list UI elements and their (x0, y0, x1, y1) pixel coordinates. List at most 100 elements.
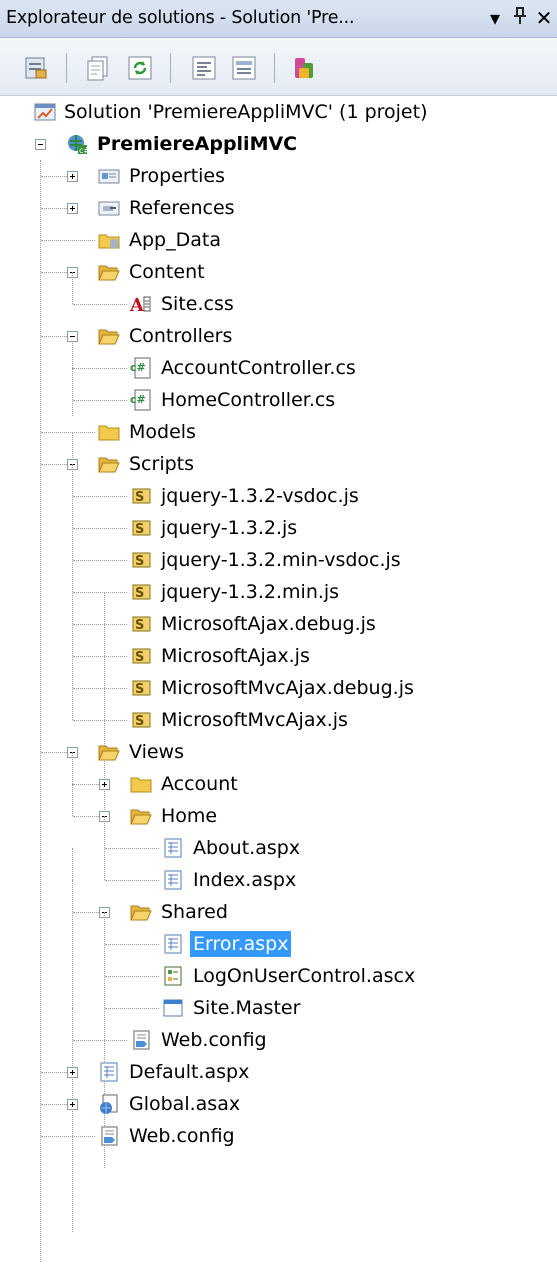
aspx-file-icon (164, 870, 182, 890)
tree-node-models[interactable]: Models (0, 416, 557, 448)
tree-node-about-aspx[interactable]: About.aspx (0, 816, 557, 880)
tree-node-solution[interactable]: Solution 'PremiereAppliMVC' (1 projet) (0, 96, 557, 128)
tree-node-label: Web.config (161, 1029, 267, 1051)
tree-node-project[interactable]: c# PremiereAppliMVC (0, 128, 557, 160)
tree-node-app-data[interactable]: App_Data (0, 224, 557, 256)
tree-node-global-asax[interactable]: Global.asax (0, 1088, 557, 1120)
pin-icon (514, 7, 526, 24)
close-button[interactable]: ✕ (533, 6, 555, 32)
tree-node-label: Properties (129, 165, 226, 187)
tree-node-script-file[interactable]: S MicrosoftMvcAjax.debug.js (0, 672, 557, 704)
svg-text:S: S (135, 522, 144, 537)
tree-node-site-css[interactable]: A Site.css (0, 272, 557, 320)
collapse-toggle[interactable] (35, 139, 46, 150)
svg-text:S: S (135, 682, 144, 697)
tree-node-web-config[interactable]: Web.config (0, 1120, 557, 1152)
tree-node-error-aspx[interactable]: Error.aspx (0, 912, 557, 1008)
javascript-file-icon: S (132, 648, 151, 665)
solution-tree: Solution 'PremiereAppliMVC' (1 projet) c… (0, 96, 557, 1282)
tree-node-label: Shared (161, 901, 228, 923)
auto-hide-pin-button[interactable] (509, 6, 531, 32)
tree-node-views-web-config[interactable]: Web.config (0, 1008, 557, 1056)
tree-node-scripts[interactable]: Scripts (0, 448, 557, 480)
tree-node-label: Default.aspx (129, 1061, 250, 1083)
expand-toggle[interactable] (67, 171, 78, 182)
window-position-dropdown-button[interactable]: ▾ (484, 6, 506, 32)
tree-node-label: HomeController.cs (161, 389, 336, 411)
folder-icon (130, 777, 152, 793)
tree-node-label: Content (129, 261, 205, 283)
tree-node-label: Web.config (129, 1125, 235, 1147)
tree-node-label: jquery-1.3.2-vsdoc.js (161, 485, 359, 507)
tree-node-label: Solution 'PremiereAppliMVC' (1 projet) (64, 101, 428, 123)
csharp-file-icon: c# (130, 357, 151, 379)
expand-toggle[interactable] (67, 203, 78, 214)
csharp-file-icon: c# (130, 389, 151, 411)
aspx-file-icon (100, 1062, 118, 1082)
tree-node-home-controller[interactable]: c# HomeController.cs (0, 384, 557, 416)
tree-node-script-file[interactable]: S jquery-1.3.2-vsdoc.js (0, 480, 557, 512)
tree-node-label: MicrosoftMvcAjax.js (161, 709, 348, 731)
config-file-icon (101, 1126, 118, 1146)
tree-node-controllers[interactable]: Controllers (0, 320, 557, 352)
tree-node-script-file[interactable]: S MicrosoftMvcAjax.js (0, 704, 557, 736)
properties-button[interactable] (22, 54, 50, 82)
tree-node-label: Index.aspx (193, 869, 297, 891)
tree-node-default-aspx[interactable]: Default.aspx (0, 1056, 557, 1088)
tree-node-label: Account (161, 773, 238, 795)
svg-text:S: S (135, 714, 144, 729)
tree-node-account[interactable]: Account (0, 752, 557, 800)
javascript-file-icon: S (132, 616, 151, 633)
properties-folder-icon (98, 169, 120, 184)
tree-node-views[interactable]: Views (0, 736, 557, 768)
expand-toggle[interactable] (67, 1067, 78, 1078)
folder-icon (98, 425, 120, 441)
view-code-icon (192, 56, 216, 80)
show-all-files-button[interactable] (84, 54, 112, 82)
tree-node-script-file[interactable]: S jquery-1.3.2.js (0, 512, 557, 544)
svg-text:S: S (135, 586, 144, 601)
tree-node-account-controller[interactable]: c# AccountController.cs (0, 352, 557, 384)
view-designer-icon (232, 56, 256, 80)
svg-text:c#: c# (79, 146, 88, 155)
svg-text:c#: c# (130, 393, 146, 406)
class-diagram-icon (295, 58, 313, 78)
tree-node-script-file[interactable]: S MicrosoftAjax.js (0, 640, 557, 672)
tree-node-properties[interactable]: Properties (0, 160, 557, 192)
refresh-button[interactable] (126, 54, 154, 82)
master-page-icon (163, 999, 183, 1017)
tree-node-label: MicrosoftAjax.js (161, 645, 310, 667)
tree-node-references[interactable]: References (0, 192, 557, 224)
javascript-file-icon: S (132, 488, 151, 505)
tree-node-label: Site.Master (193, 997, 301, 1019)
tree-node-content[interactable]: Content (0, 256, 557, 288)
expand-toggle[interactable] (99, 779, 110, 790)
view-code-button[interactable] (190, 54, 218, 82)
svg-text:S: S (135, 554, 144, 569)
tree-node-label: Views (129, 741, 184, 763)
tree-node-shared[interactable]: Shared (0, 880, 557, 928)
tree-node-script-file[interactable]: S MicrosoftAjax.debug.js (0, 608, 557, 640)
refresh-icon (128, 56, 152, 80)
javascript-file-icon: S (132, 680, 151, 697)
expand-toggle[interactable] (67, 1099, 78, 1110)
view-designer-button[interactable] (230, 54, 258, 82)
properties-icon (25, 57, 47, 79)
csharp-web-project-icon: c# (68, 135, 88, 155)
tree-node-logon-control[interactable]: LogOnUserControl.ascx (0, 960, 557, 992)
class-diagram-button[interactable] (290, 54, 318, 82)
svg-text:S: S (135, 490, 144, 505)
tree-node-home[interactable]: Home (0, 784, 557, 832)
tree-node-script-file[interactable]: S jquery-1.3.2.min.js (0, 576, 557, 608)
tree-node-site-master[interactable]: Site.Master (0, 992, 557, 1024)
tree-node-label: Scripts (129, 453, 195, 475)
solution-explorer-toolbar (0, 38, 557, 96)
svg-text:S: S (135, 618, 144, 633)
collapse-toggle[interactable] (67, 331, 78, 342)
open-folder-icon (130, 809, 152, 825)
javascript-file-icon: S (132, 584, 151, 601)
tree-node-script-file[interactable]: S jquery-1.3.2.min-vsdoc.js (0, 544, 557, 576)
tree-node-label: jquery-1.3.2.min-vsdoc.js (161, 549, 401, 571)
tree-node-index-aspx[interactable]: Index.aspx (0, 864, 557, 896)
tree-node-label: MicrosoftAjax.debug.js (161, 613, 376, 635)
